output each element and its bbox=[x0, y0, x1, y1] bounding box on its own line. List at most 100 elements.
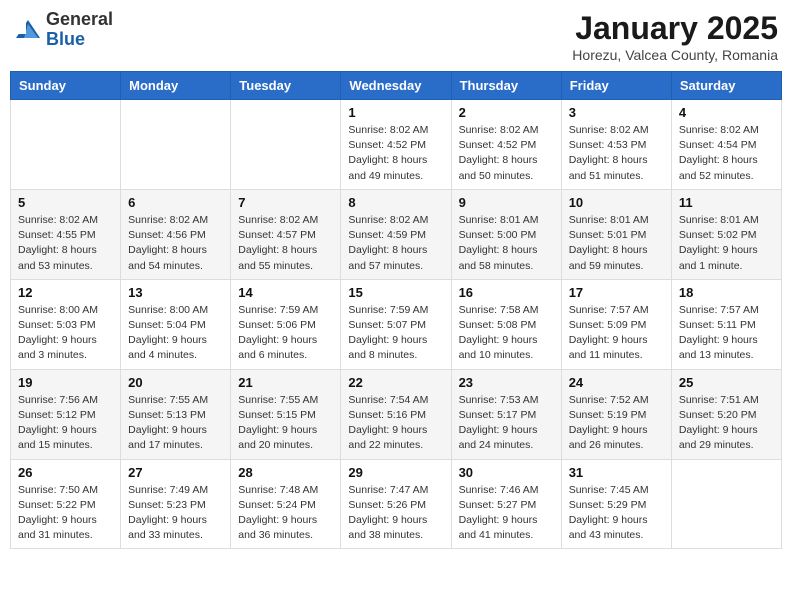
day-number: 2 bbox=[459, 105, 554, 120]
weekday-header-tuesday: Tuesday bbox=[231, 72, 341, 100]
day-info: Sunrise: 7:53 AM Sunset: 5:17 PM Dayligh… bbox=[459, 393, 554, 454]
day-number: 8 bbox=[348, 195, 443, 210]
day-number: 26 bbox=[18, 465, 113, 480]
day-info: Sunrise: 8:00 AM Sunset: 5:04 PM Dayligh… bbox=[128, 303, 223, 364]
month-title: January 2025 bbox=[572, 10, 778, 47]
day-number: 6 bbox=[128, 195, 223, 210]
day-info: Sunrise: 7:55 AM Sunset: 5:13 PM Dayligh… bbox=[128, 393, 223, 454]
day-number: 10 bbox=[569, 195, 664, 210]
day-number: 4 bbox=[679, 105, 774, 120]
day-info: Sunrise: 8:02 AM Sunset: 4:52 PM Dayligh… bbox=[459, 123, 554, 184]
week-row-3: 12 Sunrise: 8:00 AM Sunset: 5:03 PM Dayli… bbox=[11, 279, 782, 369]
day-info: Sunrise: 8:02 AM Sunset: 4:59 PM Dayligh… bbox=[348, 213, 443, 274]
logo-icon bbox=[14, 16, 42, 44]
day-info: Sunrise: 7:55 AM Sunset: 5:15 PM Dayligh… bbox=[238, 393, 333, 454]
logo-text: General Blue bbox=[46, 10, 113, 50]
day-info: Sunrise: 8:00 AM Sunset: 5:03 PM Dayligh… bbox=[18, 303, 113, 364]
day-cell: 4 Sunrise: 8:02 AM Sunset: 4:54 PM Daylig… bbox=[671, 100, 781, 190]
day-cell: 3Sunrise: 8:02 AM Sunset: 4:53 PM Daylig… bbox=[561, 100, 671, 190]
week-row-2: 5 Sunrise: 8:02 AM Sunset: 4:55 PM Daylig… bbox=[11, 189, 782, 279]
day-cell: 27 Sunrise: 7:49 AM Sunset: 5:23 PM Dayli… bbox=[121, 459, 231, 549]
day-info: Sunrise: 7:59 AM Sunset: 5:07 PM Dayligh… bbox=[348, 303, 443, 364]
day-number: 17 bbox=[569, 285, 664, 300]
day-number: 12 bbox=[18, 285, 113, 300]
day-cell: 12 Sunrise: 8:00 AM Sunset: 5:03 PM Dayli… bbox=[11, 279, 121, 369]
day-number: 21 bbox=[238, 375, 333, 390]
day-number: 7 bbox=[238, 195, 333, 210]
day-info: Sunrise: 7:45 AM Sunset: 5:29 PM Dayligh… bbox=[569, 483, 664, 544]
day-info: Sunrise: 7:58 AM Sunset: 5:08 PM Dayligh… bbox=[459, 303, 554, 364]
day-number: 11 bbox=[679, 195, 774, 210]
day-info: Sunrise: 7:57 AM Sunset: 5:11 PM Dayligh… bbox=[679, 303, 774, 364]
day-number: 19 bbox=[18, 375, 113, 390]
day-number: 31 bbox=[569, 465, 664, 480]
day-cell: 21 Sunrise: 7:55 AM Sunset: 5:15 PM Dayli… bbox=[231, 369, 341, 459]
day-cell: 25Sunrise: 7:51 AM Sunset: 5:20 PM Dayli… bbox=[671, 369, 781, 459]
day-cell: 22 Sunrise: 7:54 AM Sunset: 5:16 PM Dayli… bbox=[341, 369, 451, 459]
day-number: 20 bbox=[128, 375, 223, 390]
day-cell: 18 Sunrise: 7:57 AM Sunset: 5:11 PM Dayli… bbox=[671, 279, 781, 369]
weekday-header-monday: Monday bbox=[121, 72, 231, 100]
day-number: 14 bbox=[238, 285, 333, 300]
day-info: Sunrise: 7:59 AM Sunset: 5:06 PM Dayligh… bbox=[238, 303, 333, 364]
day-cell: 17 Sunrise: 7:57 AM Sunset: 5:09 PM Dayli… bbox=[561, 279, 671, 369]
day-info: Sunrise: 7:54 AM Sunset: 5:16 PM Dayligh… bbox=[348, 393, 443, 454]
day-info: Sunrise: 8:02 AM Sunset: 4:54 PM Dayligh… bbox=[679, 123, 774, 184]
day-cell: 26 Sunrise: 7:50 AM Sunset: 5:22 PM Dayli… bbox=[11, 459, 121, 549]
day-info: Sunrise: 8:02 AM Sunset: 4:53 PM Dayligh… bbox=[569, 123, 664, 184]
day-info: Sunrise: 8:02 AM Sunset: 4:57 PM Dayligh… bbox=[238, 213, 333, 274]
day-cell: 13 Sunrise: 8:00 AM Sunset: 5:04 PM Dayli… bbox=[121, 279, 231, 369]
day-info: Sunrise: 7:50 AM Sunset: 5:22 PM Dayligh… bbox=[18, 483, 113, 544]
day-cell: 8 Sunrise: 8:02 AM Sunset: 4:59 PM Daylig… bbox=[341, 189, 451, 279]
day-cell: 24Sunrise: 7:52 AM Sunset: 5:19 PM Dayli… bbox=[561, 369, 671, 459]
day-number: 18 bbox=[679, 285, 774, 300]
day-number: 22 bbox=[348, 375, 443, 390]
day-cell: 19 Sunrise: 7:56 AM Sunset: 5:12 PM Dayli… bbox=[11, 369, 121, 459]
day-cell: 28 Sunrise: 7:48 AM Sunset: 5:24 PM Dayli… bbox=[231, 459, 341, 549]
day-number: 5 bbox=[18, 195, 113, 210]
weekday-header-friday: Friday bbox=[561, 72, 671, 100]
day-info: Sunrise: 8:01 AM Sunset: 5:02 PM Dayligh… bbox=[679, 213, 774, 274]
week-row-4: 19 Sunrise: 7:56 AM Sunset: 5:12 PM Dayli… bbox=[11, 369, 782, 459]
weekday-header-row: SundayMondayTuesdayWednesdayThursdayFrid… bbox=[11, 72, 782, 100]
day-info: Sunrise: 8:01 AM Sunset: 5:00 PM Dayligh… bbox=[459, 213, 554, 274]
day-number: 30 bbox=[459, 465, 554, 480]
weekday-header-sunday: Sunday bbox=[11, 72, 121, 100]
day-info: Sunrise: 7:56 AM Sunset: 5:12 PM Dayligh… bbox=[18, 393, 113, 454]
day-info: Sunrise: 7:51 AM Sunset: 5:20 PM Dayligh… bbox=[679, 393, 774, 454]
day-info: Sunrise: 7:57 AM Sunset: 5:09 PM Dayligh… bbox=[569, 303, 664, 364]
day-cell: 14 Sunrise: 7:59 AM Sunset: 5:06 PM Dayli… bbox=[231, 279, 341, 369]
day-info: Sunrise: 8:02 AM Sunset: 4:55 PM Dayligh… bbox=[18, 213, 113, 274]
day-number: 13 bbox=[128, 285, 223, 300]
day-cell: 6Sunrise: 8:02 AM Sunset: 4:56 PM Daylig… bbox=[121, 189, 231, 279]
day-cell: 29Sunrise: 7:47 AM Sunset: 5:26 PM Dayli… bbox=[341, 459, 451, 549]
day-number: 24 bbox=[569, 375, 664, 390]
page-header: General Blue January 2025 Horezu, Valcea… bbox=[10, 10, 782, 63]
weekday-header-thursday: Thursday bbox=[451, 72, 561, 100]
day-number: 9 bbox=[459, 195, 554, 210]
logo: General Blue bbox=[14, 10, 113, 50]
day-cell: 9 Sunrise: 8:01 AM Sunset: 5:00 PM Daylig… bbox=[451, 189, 561, 279]
day-cell: 20 Sunrise: 7:55 AM Sunset: 5:13 PM Dayli… bbox=[121, 369, 231, 459]
day-number: 28 bbox=[238, 465, 333, 480]
day-cell bbox=[11, 100, 121, 190]
week-row-5: 26 Sunrise: 7:50 AM Sunset: 5:22 PM Dayli… bbox=[11, 459, 782, 549]
day-cell bbox=[671, 459, 781, 549]
day-cell: 7 Sunrise: 8:02 AM Sunset: 4:57 PM Daylig… bbox=[231, 189, 341, 279]
day-number: 27 bbox=[128, 465, 223, 480]
week-row-1: 1 Sunrise: 8:02 AM Sunset: 4:52 PM Daylig… bbox=[11, 100, 782, 190]
day-cell bbox=[231, 100, 341, 190]
day-cell: 23 Sunrise: 7:53 AM Sunset: 5:17 PM Dayli… bbox=[451, 369, 561, 459]
day-cell: 5 Sunrise: 8:02 AM Sunset: 4:55 PM Daylig… bbox=[11, 189, 121, 279]
day-cell: 2 Sunrise: 8:02 AM Sunset: 4:52 PM Daylig… bbox=[451, 100, 561, 190]
weekday-header-wednesday: Wednesday bbox=[341, 72, 451, 100]
day-info: Sunrise: 8:01 AM Sunset: 5:01 PM Dayligh… bbox=[569, 213, 664, 274]
day-number: 23 bbox=[459, 375, 554, 390]
title-block: January 2025 Horezu, Valcea County, Roma… bbox=[572, 10, 778, 63]
day-info: Sunrise: 7:47 AM Sunset: 5:26 PM Dayligh… bbox=[348, 483, 443, 544]
day-info: Sunrise: 7:48 AM Sunset: 5:24 PM Dayligh… bbox=[238, 483, 333, 544]
calendar-table: SundayMondayTuesdayWednesdayThursdayFrid… bbox=[10, 71, 782, 549]
day-info: Sunrise: 7:46 AM Sunset: 5:27 PM Dayligh… bbox=[459, 483, 554, 544]
day-info: Sunrise: 7:49 AM Sunset: 5:23 PM Dayligh… bbox=[128, 483, 223, 544]
day-number: 1 bbox=[348, 105, 443, 120]
